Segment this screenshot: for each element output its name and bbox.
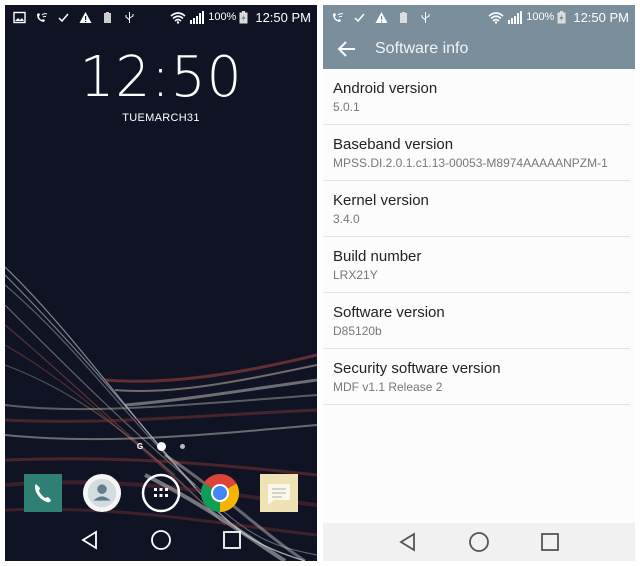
wifi-calling-icon <box>35 11 48 24</box>
battery-saver-icon <box>397 11 410 24</box>
page-dot-active[interactable] <box>157 442 167 451</box>
clock-widget[interactable]: 12:50 <box>8 45 314 110</box>
recents-button[interactable] <box>222 530 242 550</box>
list-item-security-software-version[interactable]: Security software version MDF v1.1 Relea… <box>323 349 630 405</box>
app-bar: Software info <box>323 29 635 69</box>
dock <box>5 473 317 513</box>
item-value: D85120b <box>333 323 382 338</box>
list-item-software-version[interactable]: Software version D85120b <box>323 293 630 349</box>
messaging-app[interactable] <box>259 473 299 513</box>
app-drawer-icon <box>141 473 181 513</box>
check-icon <box>353 11 366 24</box>
warning-icon <box>79 11 92 24</box>
recents-button[interactable] <box>540 532 560 552</box>
info-list: Android version 5.0.1 Baseband version M… <box>323 69 635 405</box>
phone-icon <box>23 474 62 512</box>
software-info-screen: 100% 12:50 PM Software info Android vers… <box>323 5 635 561</box>
signal-icon <box>189 10 205 24</box>
battery-percent: 100% <box>208 11 237 23</box>
battery-saver-icon <box>101 11 114 24</box>
list-item-build-number[interactable]: Build number LRX21Y <box>323 237 630 293</box>
usb-icon <box>419 11 432 24</box>
app-drawer-button[interactable] <box>141 473 181 513</box>
item-title: Baseband version <box>333 135 454 153</box>
google-page-indicator[interactable]: G <box>137 442 143 451</box>
date-label: TUEMARCH31 <box>122 112 200 124</box>
wifi-icon <box>488 11 504 24</box>
usb-icon <box>123 11 136 24</box>
status-bar: 100% 12:50 PM <box>323 5 635 29</box>
signal-icon <box>507 10 523 24</box>
item-title: Build number <box>333 247 422 265</box>
item-title: Kernel version <box>333 191 429 209</box>
item-title: Software version <box>333 303 445 321</box>
home-button[interactable] <box>150 529 172 551</box>
back-button[interactable] <box>398 532 418 552</box>
list-item-kernel-version[interactable]: Kernel version 3.4.0 <box>323 181 630 237</box>
item-title: Security software version <box>333 359 501 377</box>
item-value: 5.0.1 <box>333 99 360 114</box>
contacts-icon <box>82 473 121 513</box>
status-time: 12:50 PM <box>255 9 311 25</box>
contacts-app[interactable] <box>82 473 122 513</box>
item-value: MDF v1.1 Release 2 <box>333 379 443 394</box>
status-time: 12:50 PM <box>573 9 629 25</box>
phone-app[interactable] <box>23 473 63 513</box>
list-item-baseband-version[interactable]: Baseband version MPSS.DI.2.0.1.c1.13-000… <box>323 125 630 181</box>
navigation-bar <box>323 523 635 561</box>
wifi-icon <box>170 11 186 24</box>
chrome-icon <box>201 473 240 513</box>
item-value: MPSS.DI.2.0.1.c1.13-00053-M8974AAAAANPZM… <box>333 155 608 170</box>
check-icon <box>57 11 70 24</box>
battery-icon <box>239 10 248 24</box>
item-title: Android version <box>333 79 438 97</box>
warning-icon <box>375 11 388 24</box>
home-button[interactable] <box>468 531 490 553</box>
navigation-bar <box>5 519 317 561</box>
status-bar: 100% 12:50 PM <box>5 5 317 29</box>
item-value: LRX21Y <box>333 267 378 282</box>
page-indicator: G <box>5 442 317 451</box>
back-button[interactable] <box>80 530 100 550</box>
gallery-icon <box>13 11 26 24</box>
page-title: Software info <box>375 40 469 57</box>
battery-icon <box>557 10 566 24</box>
item-value: 3.4.0 <box>333 211 360 226</box>
page-dot[interactable] <box>180 444 186 449</box>
messaging-icon <box>260 474 299 512</box>
home-screen: 100% 12:50 PM 12:50 TUEMARCH31 G <box>5 5 317 561</box>
back-arrow-icon[interactable] <box>337 39 357 59</box>
list-item-android-version[interactable]: Android version 5.0.1 <box>323 69 630 125</box>
battery-percent: 100% <box>526 11 555 23</box>
wifi-calling-icon <box>331 11 344 24</box>
chrome-app[interactable] <box>200 473 240 513</box>
